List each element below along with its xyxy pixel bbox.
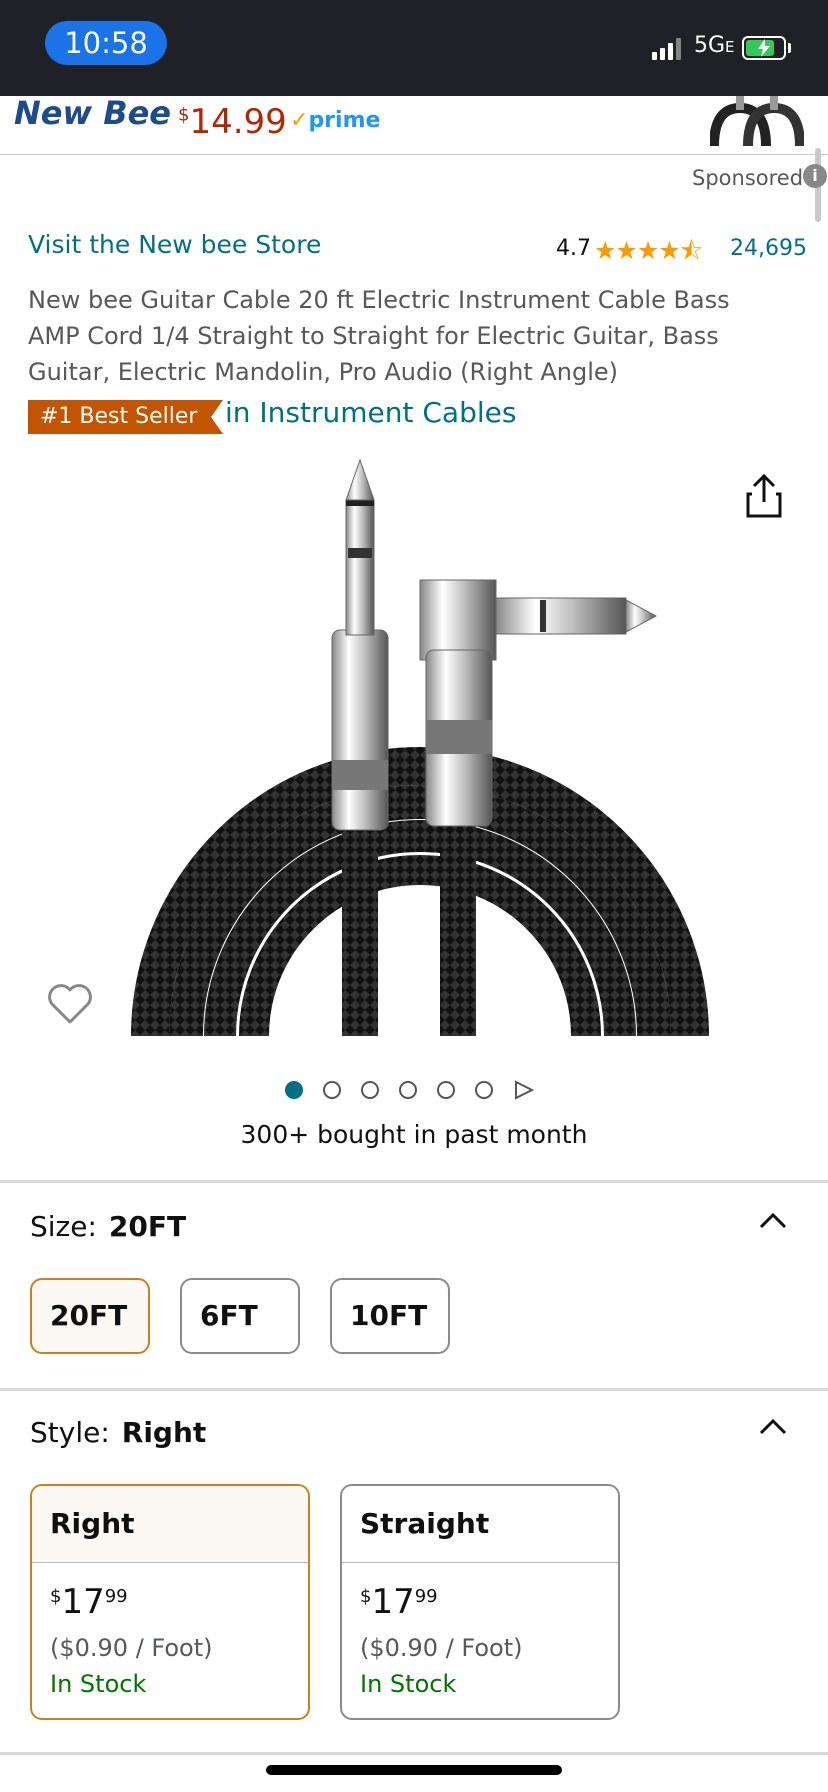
divider	[0, 1752, 828, 1755]
size-label: Size: 20FT	[30, 1210, 187, 1243]
chevron-up-icon[interactable]	[758, 1416, 788, 1436]
size-option-20ft[interactable]: 20FT	[30, 1278, 150, 1354]
banner-price: $14.99	[178, 102, 287, 142]
style-option-unit-price: ($0.90 / Foot)	[50, 1634, 213, 1662]
style-label: Style: Right	[30, 1416, 207, 1449]
banner-brand: New Bee	[14, 96, 171, 132]
divider	[0, 1180, 828, 1183]
heart-icon[interactable]	[46, 980, 94, 1028]
status-time: 10:58	[45, 21, 167, 65]
style-option-stock: In Stock	[50, 1670, 147, 1698]
divider	[0, 1388, 828, 1391]
rating-count[interactable]: 24,695	[730, 236, 807, 261]
network-label: 5GE	[694, 33, 735, 58]
best-seller-category-link[interactable]: in Instrument Cables	[225, 396, 516, 429]
style-option-unit-price: ($0.90 / Foot)	[360, 1634, 523, 1662]
product-image[interactable]	[120, 450, 720, 1036]
store-link[interactable]: Visit the New bee Store	[28, 230, 321, 259]
signal-icon	[652, 38, 681, 60]
style-option-price: $1799	[360, 1582, 438, 1622]
style-option-right[interactable]: Right $1799 ($0.90 / Foot) In Stock	[30, 1484, 310, 1720]
prime-logo: ✓prime	[290, 108, 381, 133]
size-option-6ft[interactable]: 6FT	[180, 1278, 300, 1354]
home-indicator[interactable]	[266, 1765, 562, 1775]
bought-in-past-month: 300+ bought in past month	[240, 1120, 588, 1149]
style-option-price: $1799	[50, 1582, 128, 1622]
rating-value: 4.7	[556, 236, 591, 261]
size-option-10ft[interactable]: 10FT	[330, 1278, 450, 1354]
image-carousel-indicator[interactable]	[284, 1080, 534, 1100]
share-icon[interactable]	[744, 472, 784, 518]
sponsored-banner[interactable]: New Bee $14.99 ✓prime	[0, 96, 828, 155]
battery-tip	[788, 43, 791, 53]
style-option-stock: In Stock	[360, 1670, 457, 1698]
banner-product-thumbnail	[710, 96, 804, 147]
style-option-straight[interactable]: Straight $1799 ($0.90 / Foot) In Stock	[340, 1484, 620, 1720]
style-option-name: Right	[32, 1486, 308, 1563]
battery-icon	[742, 36, 786, 60]
info-icon[interactable]: i	[803, 164, 827, 188]
best-seller-badge[interactable]: #1 Best Seller	[28, 400, 224, 434]
star-rating-icon[interactable]: ★★★★⯪	[594, 232, 703, 275]
style-option-name: Straight	[342, 1486, 618, 1563]
product-title: New bee Guitar Cable 20 ft Electric Inst…	[28, 286, 730, 386]
chevron-up-icon[interactable]	[758, 1210, 788, 1230]
sponsored-label: Sponsored	[692, 166, 804, 190]
